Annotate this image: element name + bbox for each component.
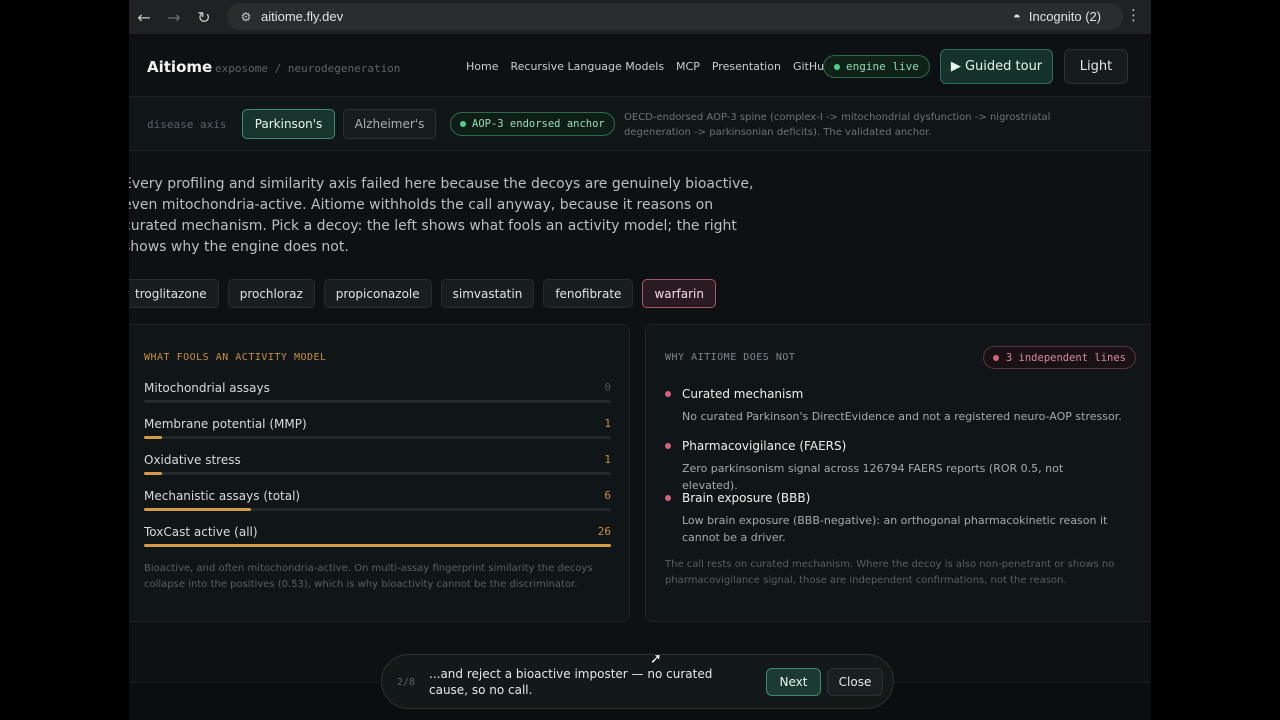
metric-value: 26	[597, 525, 611, 538]
breadcrumb: exposome / neurodegeneration	[215, 62, 401, 75]
metric-label: ToxCast active (all)	[144, 525, 258, 539]
activity-card-title: WHAT FOOLS AN ACTIVITY MODEL	[144, 352, 327, 363]
incognito-indicator[interactable]: ◓ Incognito (2)	[1001, 3, 1115, 30]
metric-bar-fill	[144, 472, 162, 475]
guided-tour-button[interactable]: ▶ Guided tour	[940, 49, 1053, 84]
metric-value: 0	[604, 381, 611, 394]
why-not-card: WHY AITIOME DOES NOT 3 independent lines…	[645, 324, 1151, 622]
decoy-simvastatin[interactable]: simvastatin	[440, 279, 535, 308]
metric-row: Membrane potential (MMP) 1	[144, 417, 611, 447]
metric-bar-fill	[144, 544, 611, 547]
browser-menu-icon[interactable]: ⋮	[1126, 6, 1141, 24]
metric-row: Mitochondrial assays 0	[144, 381, 611, 411]
metric-bar	[144, 436, 611, 439]
axis-option-alzheimers[interactable]: Alzheimer's	[343, 109, 436, 139]
metric-label: Mitochondrial assays	[144, 381, 270, 395]
decoy-fenofibrate[interactable]: fenofibrate	[543, 279, 634, 308]
nav-home[interactable]: Home	[466, 60, 498, 73]
url-text: aitiome.fly.dev	[261, 9, 344, 24]
bullet-dot-icon	[665, 391, 671, 397]
metric-bar-fill	[144, 436, 162, 439]
back-arrow-icon[interactable]: ←	[129, 2, 159, 32]
disease-axis-label: disease axis	[147, 118, 227, 131]
metric-bar	[144, 544, 611, 547]
tour-next-button[interactable]: Next	[766, 668, 821, 696]
metric-row: Mechanistic assays (total) 6	[144, 489, 611, 519]
reason-title: Curated mechanism	[682, 387, 804, 401]
axis-option-parkinsons[interactable]: Parkinson's	[242, 109, 335, 139]
why-card-title: WHY AITIOME DOES NOT	[665, 352, 796, 363]
main-nav: Home Recursive Language Models MCP Prese…	[466, 60, 831, 73]
site-info-icon[interactable]: ⚙	[233, 4, 259, 30]
anchor-badge: AOP-3 endorsed anchor	[450, 112, 615, 136]
decoy-warfarin[interactable]: warfarin	[642, 279, 716, 308]
browser-toolbar: ← → ↻ ⚙ aitiome.fly.dev ☆ ◓ Incognito (2…	[129, 0, 1151, 34]
forward-arrow-icon[interactable]: →	[159, 2, 189, 32]
metric-value: 1	[604, 453, 611, 466]
page: Aitiome exposome / neurodegeneration Hom…	[129, 34, 1151, 720]
reason-title: Pharmacovigilance (FAERS)	[682, 439, 847, 453]
disease-axis-bar: disease axis Parkinson's Alzheimer's AOP…	[129, 97, 1151, 151]
metric-label: Membrane potential (MMP)	[144, 417, 307, 431]
tour-step-text: ...and reject a bioactive imposter — no …	[429, 667, 713, 697]
reason-detail: Low brain exposure (BBB-negative): an or…	[682, 514, 1108, 544]
tour-step-counter: 2/8	[397, 677, 416, 688]
nav-recursive-language-models[interactable]: Recursive Language Models	[510, 60, 664, 73]
reason-detail: No curated Parkinson's DirectEvidence an…	[682, 410, 1122, 423]
nav-presentation[interactable]: Presentation	[712, 60, 781, 73]
reason-title: Brain exposure (BBB)	[682, 491, 811, 505]
metric-value: 1	[604, 417, 611, 430]
metric-row: ToxCast active (all) 26	[144, 525, 611, 555]
bullet-dot-icon	[665, 443, 671, 449]
decoy-troglitazone[interactable]: troglitazone	[129, 279, 219, 308]
independent-lines-badge: 3 independent lines	[982, 346, 1136, 369]
metric-value: 6	[604, 489, 611, 502]
metric-bar	[144, 508, 611, 511]
guided-tour-popover: 2/8 ...and reject a bioactive imposter —…	[381, 654, 894, 709]
anchor-description: OECD-endorsed AOP-3 spine (complex-I -> …	[624, 112, 1051, 138]
reason-detail: Zero parkinsonism signal across 126794 F…	[682, 462, 1064, 492]
address-bar[interactable]: ⚙ aitiome.fly.dev ☆	[227, 3, 1123, 30]
nav-mcp[interactable]: MCP	[676, 60, 700, 73]
tour-close-button[interactable]: Close	[827, 668, 883, 696]
why-card-note: The call rests on curated mechanism. Whe…	[665, 559, 1115, 586]
metric-bar	[144, 472, 611, 475]
decoy-propiconazole[interactable]: propiconazole	[323, 279, 432, 308]
reload-icon[interactable]: ↻	[189, 2, 219, 32]
metric-bar-fill	[144, 508, 252, 511]
theme-toggle-button[interactable]: Light	[1064, 49, 1128, 84]
brand-logo[interactable]: Aitiome	[147, 58, 212, 76]
activity-model-card: WHAT FOOLS AN ACTIVITY MODEL Mitochondri…	[129, 324, 630, 622]
engine-status-badge: engine live	[823, 55, 930, 78]
mouse-cursor-icon: ➚	[650, 651, 662, 667]
metric-bar	[144, 400, 611, 403]
metric-row: Oxidative stress 1	[144, 453, 611, 483]
bullet-dot-icon	[665, 495, 671, 501]
activity-card-note: Bioactive, and often mitochondria-active…	[144, 563, 593, 590]
metric-label: Mechanistic assays (total)	[144, 489, 301, 503]
incognito-label: Incognito (2)	[1028, 9, 1102, 24]
section-intro: Every profiling and similarity axis fail…	[129, 176, 754, 255]
site-header: Aitiome exposome / neurodegeneration Hom…	[129, 34, 1151, 97]
incognito-icon: ◓	[1013, 9, 1021, 24]
metric-label: Oxidative stress	[144, 453, 241, 467]
decoy-picker: troglitazone prochloraz propiconazole si…	[129, 279, 716, 308]
decoy-prochloraz[interactable]: prochloraz	[227, 279, 315, 308]
